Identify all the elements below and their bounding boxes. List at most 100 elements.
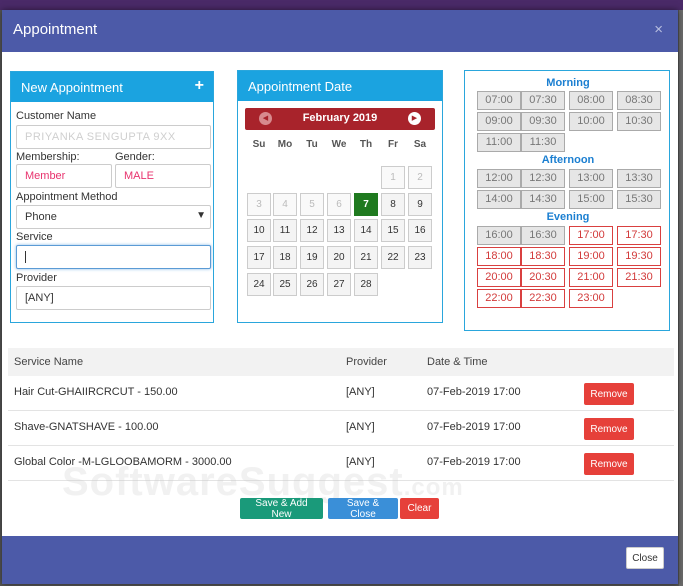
calendar-day[interactable]: 24 [247,273,271,296]
time-slot[interactable]: 13:30 [617,169,661,188]
time-slot[interactable]: 22:30 [521,289,565,308]
calendar-day[interactable]: 9 [408,193,432,216]
calendar-day[interactable]: 23 [408,246,432,269]
time-slot[interactable]: 12:30 [521,169,565,188]
weekday-label: Tu [306,139,318,150]
appointment-method-select[interactable]: Phone ▼ [16,205,211,229]
calendar-day[interactable]: 11 [273,219,297,242]
time-slot[interactable]: 07:30 [521,91,565,110]
save-add-new-button[interactable]: Save & Add New [240,498,323,520]
modal-header: Appointment × [2,10,678,52]
calendar-day[interactable]: 14 [354,219,378,242]
customer-name-field[interactable]: PRIYANKA SENGUPTA 9XX [16,125,211,149]
weekday-label: We [331,139,347,150]
time-slot[interactable]: 09:00 [477,112,521,131]
remove-button[interactable]: Remove [584,418,634,440]
provider-header: Provider [346,356,387,368]
time-slot[interactable]: 22:00 [477,289,521,308]
time-slot[interactable]: 20:30 [521,268,565,287]
appointment-method-value: Phone [25,211,57,223]
service-name-header: Service Name [14,356,84,368]
save-close-button[interactable]: Save & Close [328,498,398,520]
calendar-day[interactable]: 27 [327,273,351,296]
calendar-day[interactable]: 22 [381,246,405,269]
time-slot[interactable]: 16:30 [521,226,565,245]
calendar-day[interactable]: 6 [327,193,351,216]
calendar-day[interactable]: 16 [408,219,432,242]
calendar-day[interactable]: 17 [247,246,271,269]
customer-name-label: Customer Name [16,110,97,122]
time-slot[interactable]: 17:30 [617,226,661,245]
remove-button[interactable]: Remove [584,453,634,475]
calendar-day[interactable]: 18 [273,246,297,269]
time-slot[interactable]: 08:00 [569,91,613,110]
calendar-day[interactable]: 10 [247,219,271,242]
time-slot[interactable]: 19:00 [569,247,613,266]
new-appointment-header: New Appointment + [11,72,213,102]
provider-cell: [ANY] [346,421,375,433]
time-slot[interactable]: 11:30 [521,133,565,152]
calendar-day[interactable]: 12 [300,219,324,242]
calendar-day[interactable]: 7 [354,193,378,216]
time-slot[interactable]: 15:30 [617,190,661,209]
dropdown-arrow-icon: ▼ [196,210,206,221]
calendar-day[interactable]: 13 [327,219,351,242]
gender-field[interactable]: MALE [115,164,211,188]
provider-field[interactable]: [ANY] [16,286,211,310]
service-label: Service [16,231,53,243]
calendar-day[interactable]: 20 [327,246,351,269]
appointment-modal: Appointment × New Appointment + Customer… [2,10,678,584]
calendar-day[interactable]: 19 [300,246,324,269]
calendar-day[interactable]: 4 [273,193,297,216]
appointment-date-header: Appointment Date [238,71,442,101]
calendar-day[interactable]: 25 [273,273,297,296]
calendar-day[interactable]: 21 [354,246,378,269]
time-slot[interactable]: 15:00 [569,190,613,209]
time-slot[interactable]: 14:00 [477,190,521,209]
calendar-day[interactable]: 26 [300,273,324,296]
calendar-day[interactable]: 5 [300,193,324,216]
membership-label: Membership: [16,151,80,163]
weekday-label: Sa [413,139,427,150]
time-slot[interactable]: 14:30 [521,190,565,209]
time-slot[interactable]: 21:00 [569,268,613,287]
time-slots-panel: Morning 07:00 07:30 08:00 08:30 09:00 09:30 10… [464,70,670,331]
calendar-day[interactable]: 1 [381,166,405,189]
time-slot[interactable]: 23:00 [569,289,613,308]
time-slot[interactable]: 08:30 [617,91,661,110]
time-slot[interactable]: 21:30 [617,268,661,287]
new-appointment-title: New Appointment [21,80,123,95]
time-slot[interactable]: 10:00 [569,112,613,131]
modal-title: Appointment [13,21,98,38]
time-slot[interactable]: 17:00 [569,226,613,245]
time-slot[interactable]: 09:30 [521,112,565,131]
time-slot[interactable]: 10:30 [617,112,661,131]
close-button[interactable]: Close [626,547,664,569]
close-icon[interactable]: × [654,21,663,38]
modal-footer: Close [2,536,678,584]
weekday-label: Th [359,139,373,150]
calendar-day[interactable]: 28 [354,273,378,296]
time-slot[interactable]: 18:00 [477,247,521,266]
service-cell: Hair Cut-GHAIIRCRCUT - 150.00 [14,386,178,398]
provider-label: Provider [16,272,57,284]
time-slot[interactable]: 20:00 [477,268,521,287]
next-month-icon[interactable]: ▶ [408,112,421,125]
clear-button[interactable]: Clear [400,498,439,519]
calendar-day[interactable]: 2 [408,166,432,189]
service-input[interactable] [16,245,211,269]
time-slot[interactable]: 13:00 [569,169,613,188]
plus-icon[interactable]: + [195,77,204,95]
time-slot[interactable]: 19:30 [617,247,661,266]
time-slot[interactable]: 18:30 [521,247,565,266]
calendar-day[interactable]: 3 [247,193,271,216]
membership-field[interactable]: Member [16,164,112,188]
remove-button[interactable]: Remove [584,383,634,405]
weekday-label: Fr [388,139,398,150]
time-slot[interactable]: 11:00 [477,133,521,152]
calendar-day[interactable]: 15 [381,219,405,242]
time-slot[interactable]: 16:00 [477,226,521,245]
calendar-day[interactable]: 8 [381,193,405,216]
time-slot[interactable]: 12:00 [477,169,521,188]
time-slot[interactable]: 07:00 [477,91,521,110]
